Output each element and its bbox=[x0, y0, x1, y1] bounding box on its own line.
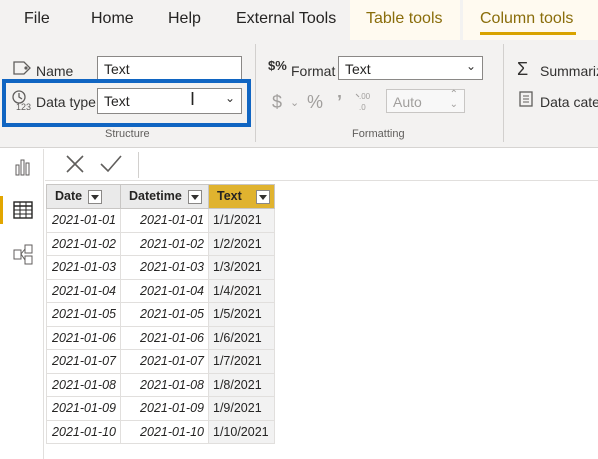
column-header-date[interactable]: Date bbox=[46, 184, 121, 209]
column-header-datetime[interactable]: Datetime bbox=[120, 184, 209, 209]
table-cell[interactable]: 2021-01-05 bbox=[46, 302, 121, 327]
dollar-percent-icon: $% bbox=[268, 58, 287, 73]
chevron-down-icon: ⌄ bbox=[465, 59, 476, 73]
table-cell[interactable]: 1/1/2021 bbox=[208, 208, 275, 233]
decimal-places-icon[interactable]: .00.0 bbox=[355, 90, 377, 117]
name-field[interactable]: Text bbox=[97, 56, 242, 80]
table-cell[interactable]: 2021-01-01 bbox=[120, 208, 209, 233]
table-cell[interactable]: 1/5/2021 bbox=[208, 302, 275, 327]
table-cell[interactable]: 2021-01-06 bbox=[46, 325, 121, 350]
table-cell[interactable]: 2021-01-02 bbox=[46, 231, 121, 256]
table-row: 2021-01-01 2021-01-01 1/1/2021 bbox=[46, 208, 275, 233]
table-cell[interactable]: 2021-01-10 bbox=[120, 419, 209, 444]
table-cell[interactable]: 1/8/2021 bbox=[208, 372, 275, 397]
table-cell[interactable]: 1/10/2021 bbox=[208, 419, 275, 444]
datatype-highlight-box bbox=[2, 79, 251, 127]
table-cell[interactable]: 2021-01-10 bbox=[46, 419, 121, 444]
table-cell[interactable]: 2021-01-07 bbox=[120, 349, 209, 374]
table-cell[interactable]: 2021-01-03 bbox=[120, 255, 209, 280]
filter-dropdown-icon[interactable] bbox=[88, 189, 103, 204]
menu-external-tools[interactable]: External Tools bbox=[236, 10, 336, 28]
name-label: Name bbox=[36, 63, 74, 79]
bar-chart-icon[interactable] bbox=[10, 154, 36, 180]
table-cell[interactable]: 1/9/2021 bbox=[208, 396, 275, 421]
ribbon-separator bbox=[255, 44, 256, 142]
summarize-label[interactable]: Summariz bbox=[540, 63, 598, 79]
table-cell[interactable]: 2021-01-04 bbox=[46, 278, 121, 303]
table-row: 2021-01-02 2021-01-02 1/2/2021 bbox=[46, 231, 275, 256]
structure-group-label: Structure bbox=[105, 128, 150, 140]
comma-button[interactable]: ’ bbox=[337, 92, 342, 113]
table-cell[interactable]: 1/2/2021 bbox=[208, 231, 275, 256]
table-cell[interactable]: 2021-01-06 bbox=[120, 325, 209, 350]
table-cell[interactable]: 2021-01-01 bbox=[46, 208, 121, 233]
format-dropdown[interactable]: Text ⌄ bbox=[338, 56, 483, 80]
format-value: Text bbox=[345, 61, 371, 77]
table-row: 2021-01-09 2021-01-09 1/9/2021 bbox=[46, 396, 275, 421]
tag-icon bbox=[12, 60, 32, 81]
formula-separator bbox=[138, 152, 139, 178]
table-cell[interactable]: 1/4/2021 bbox=[208, 278, 275, 303]
decimals-stepper[interactable]: Auto ⌃ ⌄ bbox=[386, 89, 465, 113]
active-view-indicator bbox=[0, 196, 3, 224]
data-table: Date Datetime Text 2021-01-01 2021-01-01 1… bbox=[46, 184, 275, 444]
format-label: Format bbox=[291, 63, 336, 79]
menu-home[interactable]: Home bbox=[91, 10, 134, 28]
model-icon[interactable] bbox=[10, 242, 36, 268]
sigma-icon: Σ bbox=[517, 59, 529, 79]
close-icon[interactable] bbox=[64, 153, 86, 180]
table-row: 2021-01-05 2021-01-05 1/5/2021 bbox=[46, 302, 275, 327]
table-cell[interactable]: 1/7/2021 bbox=[208, 349, 275, 374]
ribbon-separator bbox=[503, 44, 504, 142]
table-row: 2021-01-08 2021-01-08 1/8/2021 bbox=[46, 372, 275, 397]
table-cell[interactable]: 2021-01-09 bbox=[120, 396, 209, 421]
menu-table-tools[interactable]: Table tools bbox=[366, 10, 443, 28]
decimals-value: Auto bbox=[393, 94, 422, 110]
table-row: 2021-01-03 2021-01-03 1/3/2021 bbox=[46, 255, 275, 280]
menu-help[interactable]: Help bbox=[168, 10, 201, 28]
table-cell[interactable]: 2021-01-02 bbox=[120, 231, 209, 256]
table-cell[interactable]: 2021-01-03 bbox=[46, 255, 121, 280]
filter-dropdown-icon[interactable] bbox=[187, 189, 202, 204]
table-cell[interactable]: 2021-01-08 bbox=[46, 372, 121, 397]
table-row: 2021-01-04 2021-01-04 1/4/2021 bbox=[46, 278, 275, 303]
svg-text:.00: .00 bbox=[359, 92, 371, 101]
datacategory-label[interactable]: Data categ bbox=[540, 94, 598, 110]
check-icon[interactable] bbox=[99, 153, 123, 180]
menu-file[interactable]: File bbox=[24, 10, 50, 28]
data-category-icon bbox=[519, 91, 533, 112]
view-rail bbox=[0, 149, 44, 459]
menu-column-tools[interactable]: Column tools bbox=[480, 10, 573, 28]
currency-chevron-icon: ⌄ bbox=[290, 97, 300, 109]
table-grid-icon[interactable] bbox=[10, 197, 36, 223]
menu-bar: File Home Help External Tools Table tool… bbox=[0, 0, 598, 40]
column-header-text[interactable]: Text bbox=[208, 184, 275, 209]
table-cell[interactable]: 2021-01-05 bbox=[120, 302, 209, 327]
table-row: 2021-01-10 2021-01-10 1/10/2021 bbox=[46, 419, 275, 444]
currency-button[interactable]: $ bbox=[272, 92, 282, 113]
table-cell[interactable]: 2021-01-04 bbox=[120, 278, 209, 303]
table-row: 2021-01-07 2021-01-07 1/7/2021 bbox=[46, 349, 275, 374]
table-row: 2021-01-06 2021-01-06 1/6/2021 bbox=[46, 325, 275, 350]
table-cell[interactable]: 2021-01-08 bbox=[120, 372, 209, 397]
percent-button[interactable]: % bbox=[307, 92, 323, 113]
table-header-row: Date Datetime Text bbox=[46, 184, 275, 209]
stepper-down-icon[interactable]: ⌄ bbox=[450, 99, 458, 110]
table-cell[interactable]: 2021-01-09 bbox=[46, 396, 121, 421]
table-cell[interactable]: 1/3/2021 bbox=[208, 255, 275, 280]
active-tab-underline bbox=[480, 32, 576, 35]
formula-bar bbox=[45, 149, 598, 181]
svg-text:.0: .0 bbox=[359, 103, 366, 112]
table-cell[interactable]: 2021-01-07 bbox=[46, 349, 121, 374]
formatting-group-label: Formatting bbox=[352, 128, 405, 140]
table-cell[interactable]: 1/6/2021 bbox=[208, 325, 275, 350]
filter-dropdown-icon[interactable] bbox=[255, 189, 270, 204]
